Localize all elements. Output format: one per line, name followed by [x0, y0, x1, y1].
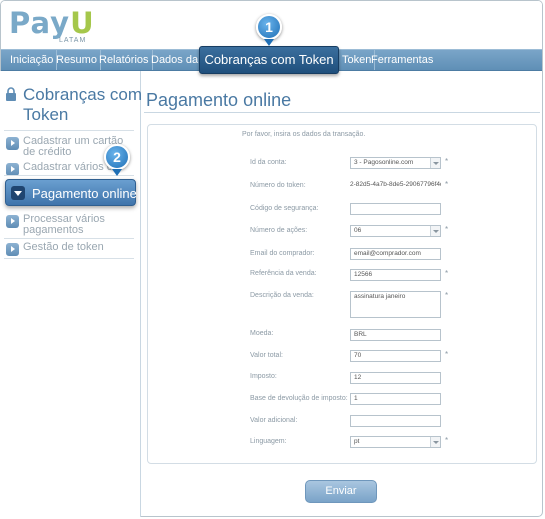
buyer-email-input[interactable]: email@comprador.com [350, 248, 441, 260]
installments-select[interactable]: 06 [350, 225, 441, 237]
buyer-email-label: Email do comprador: [250, 250, 315, 257]
sidebar-item-pagamento-online[interactable]: Pagamento online [5, 179, 137, 206]
account-id-label: Id da conta: [250, 159, 287, 166]
security-code-input[interactable] [350, 203, 441, 215]
step-badge-1-pointer [264, 39, 274, 46]
tax-return-base-input[interactable]: 1 [350, 393, 441, 405]
payu-logo[interactable]: PayU LATAM [9, 8, 95, 46]
nav-iniciacao[interactable]: Iniciação [7, 50, 58, 70]
lock-icon [6, 87, 16, 101]
step-badge-2-pointer [112, 169, 122, 176]
sidebar-divider [4, 130, 134, 131]
sidebar-title: Cobranças com Token [23, 85, 143, 124]
currency-label: Moeda: [250, 330, 274, 337]
required-mark: * [445, 291, 449, 300]
sidebar-divider [4, 238, 134, 239]
required-mark: * [445, 269, 449, 278]
nav-ferramentas[interactable]: Ferramentas [368, 50, 436, 70]
chevron-right-icon [6, 215, 19, 228]
sidebar-divider [4, 258, 134, 259]
sidebar-item-label: Cadastrar vários cartões [23, 162, 115, 173]
additional-value-label: Valor adicional: [250, 417, 298, 424]
form-intro: Por favor, insira os dados da transação. [242, 131, 366, 138]
token-number-input[interactable]: 2-82d5-4a7b-8de5-29067796f4da [350, 180, 441, 192]
sidebar-item-label: Gestão de token [23, 241, 104, 253]
nav-relatorios[interactable]: Relatórios [96, 50, 153, 70]
title-divider [144, 112, 540, 113]
chevron-down-icon [430, 158, 440, 168]
chevron-down-icon [11, 186, 25, 200]
chevron-down-icon [430, 226, 440, 236]
chevron-right-icon [6, 137, 19, 150]
submit-button[interactable]: Enviar [305, 480, 377, 503]
account-id-select[interactable]: 3 - Pagosonline.com [350, 157, 441, 169]
step-badge-1: 1 [256, 14, 282, 40]
required-mark: * [445, 225, 449, 234]
total-value-label: Valor total: [250, 352, 283, 359]
nav-resumo[interactable]: Resumo [53, 50, 101, 70]
installments-label: Número de ações: [250, 227, 308, 234]
required-mark: * [445, 350, 449, 359]
sale-description-label: Descrição da venda: [250, 292, 314, 299]
tax-label: Imposto: [250, 373, 277, 380]
token-number-label: Número do token: [250, 182, 306, 189]
tax-return-base-label: Base de devolução de imposto: [250, 395, 348, 402]
sidebar-item-label: Processar vários pagamentos [23, 213, 105, 236]
language-select[interactable]: pt [350, 436, 441, 448]
required-mark: * [445, 157, 449, 166]
additional-value-input[interactable] [350, 415, 441, 427]
chevron-right-icon [6, 243, 19, 256]
sidebar: Cobranças com Token Cadastrar um cartão … [0, 71, 143, 517]
sale-reference-input[interactable]: 12566 [350, 269, 441, 281]
chevron-down-icon [430, 437, 440, 447]
required-mark: * [445, 436, 449, 445]
currency-input[interactable]: BRL [350, 329, 441, 341]
sale-reference-label: Referência da venda: [250, 270, 317, 277]
form-panel [147, 124, 537, 464]
step-badge-2: 2 [104, 144, 130, 170]
total-value-input[interactable]: 70 [350, 350, 441, 362]
language-label: Linguagem: [250, 438, 287, 445]
page-title: Pagamento online [146, 90, 292, 110]
nav-cobrancas-com-token[interactable]: Cobranças com Token [199, 46, 339, 74]
security-code-label: Código de segurança: [250, 205, 319, 212]
tax-input[interactable]: 12 [350, 372, 441, 384]
sale-description-textarea[interactable]: assinatura janeiro [350, 291, 441, 318]
required-mark: * [445, 180, 449, 189]
